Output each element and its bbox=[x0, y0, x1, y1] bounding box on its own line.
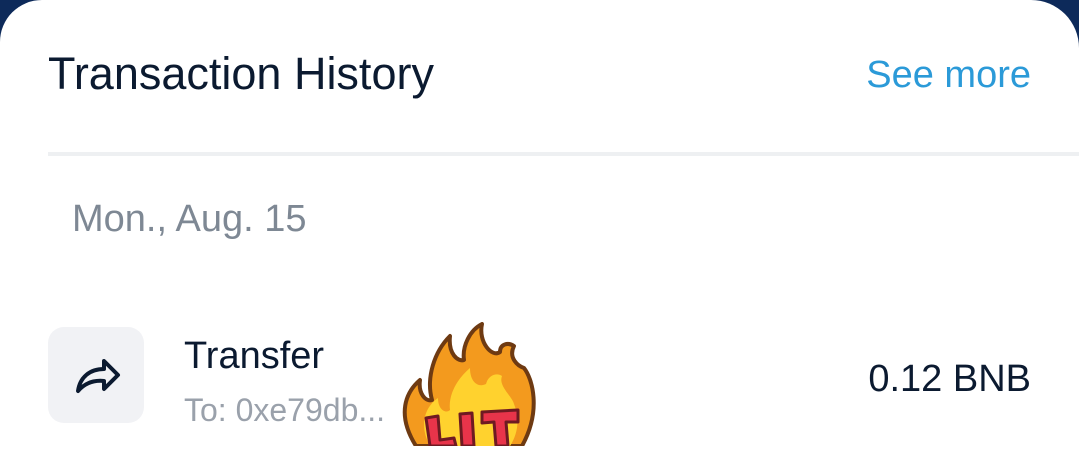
share-arrow-icon bbox=[76, 359, 120, 393]
lit-fire-sticker-icon bbox=[402, 322, 536, 446]
transaction-type: Transfer bbox=[184, 335, 325, 377]
page-title: Transaction History bbox=[48, 48, 434, 99]
transaction-history-card: Transaction History See more Mon., Aug. … bbox=[0, 0, 1079, 470]
divider bbox=[48, 152, 1079, 156]
transaction-amount: 0.12 BNB bbox=[868, 358, 1031, 400]
date-group-header: Mon., Aug. 15 bbox=[72, 198, 307, 240]
transaction-icon-box bbox=[48, 327, 144, 423]
see-more-link[interactable]: See more bbox=[866, 50, 1031, 100]
transaction-recipient: To: 0xe79db... bbox=[184, 392, 386, 428]
